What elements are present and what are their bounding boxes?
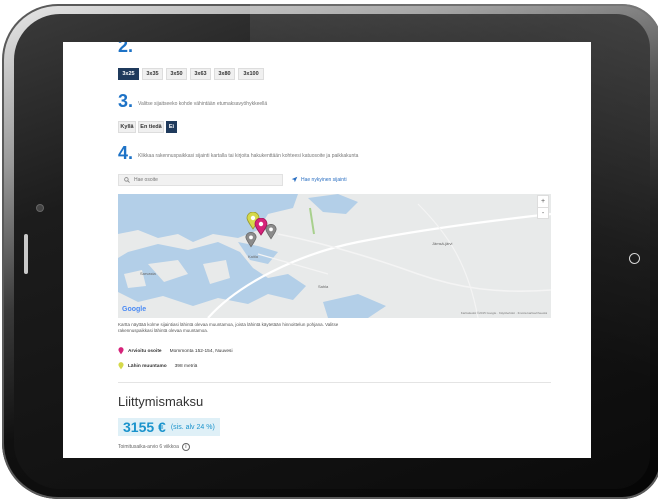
delivery-text: Toimitusaika-arvio 6 viikkoa <box>118 444 179 450</box>
locate-me-label: Hae nykyinen sijainti <box>301 176 347 183</box>
tablet-screen: 2. 3x25 3x35 3x50 3x63 3x80 3x100 3. Val… <box>63 42 591 458</box>
fuse-option-3x50[interactable]: 3x50 <box>166 68 187 80</box>
legend-address-value: Mommonta 152-154, Nuuvesi <box>169 348 233 354</box>
section-divider <box>118 382 551 383</box>
map-place-label: Sahla <box>318 284 329 289</box>
map-note: Kartta näyttää kolme sijaintiasi lähintä… <box>118 322 339 333</box>
map[interactable]: Jämsä-järvi Sarvasta Sahla Kaitla Google… <box>118 194 551 318</box>
zone-option-yes[interactable]: Kyllä <box>118 121 136 133</box>
fuse-option-3x35[interactable]: 3x35 <box>142 68 163 80</box>
locate-me-link[interactable]: Hae nykyinen sijainti <box>291 176 347 183</box>
fee-title: Liittymismaksu <box>118 394 204 409</box>
address-pin-icon <box>118 347 124 355</box>
location-arrow-icon <box>291 176 298 183</box>
legend-station-row: Lähin muuntamo 398 metriä <box>118 362 197 370</box>
station-marker-icon[interactable] <box>245 232 257 248</box>
fuse-option-3x63[interactable]: 3x63 <box>190 68 211 80</box>
address-search-box[interactable] <box>118 174 283 186</box>
zone-option-no[interactable]: Ei <box>166 121 177 133</box>
fuse-option-3x100[interactable]: 3x100 <box>238 68 264 80</box>
step-4-number: 4. <box>118 143 134 163</box>
front-camera <box>37 205 43 211</box>
address-search-input[interactable] <box>134 177 274 183</box>
map-place-label: Jämsä-järvi <box>432 241 453 246</box>
zoom-out-button[interactable]: - <box>538 207 548 219</box>
zoom-in-button[interactable]: + <box>538 196 548 207</box>
legend-address-row: Arvioitu osoite Mommonta 152-154, Nuuves… <box>118 347 233 355</box>
price-box: 3155 € (sis. alv 24 %) <box>118 418 220 436</box>
legend-station-label: Lähin muuntamo <box>128 363 167 369</box>
fuse-option-3x25[interactable]: 3x25 <box>118 68 139 80</box>
map-attribution[interactable]: Karttatiedot ©2015 Google · Käyttöehdot … <box>461 311 547 315</box>
map-place-label: Sarvasta <box>140 271 156 276</box>
vat-note: (sis. alv 24 %) <box>170 423 215 431</box>
fuse-option-3x80[interactable]: 3x80 <box>214 68 235 80</box>
map-tiles <box>118 194 551 318</box>
step-2-number: 2. <box>118 42 134 56</box>
side-button[interactable] <box>24 234 28 274</box>
step-3-number: 3. <box>118 91 134 111</box>
station-pin-icon <box>118 362 124 370</box>
price-value: 3155 € <box>123 419 166 435</box>
info-icon[interactable]: i <box>181 443 190 451</box>
legend-address-label: Arvioitu osoite <box>128 348 162 354</box>
zone-option-unknown[interactable]: En tiedä <box>138 121 164 133</box>
delivery-estimate: Toimitusaika-arvio 6 viikkoa i <box>118 443 190 451</box>
google-logo: Google <box>122 306 147 313</box>
home-button-icon[interactable] <box>629 253 640 264</box>
search-icon <box>124 177 130 183</box>
station-marker-icon[interactable] <box>265 224 277 240</box>
legend-station-value: 398 metriä <box>174 363 198 369</box>
step-4-instruction: Klikkaa rakennuspaikkasi sijainti kartal… <box>138 153 359 159</box>
step-3-instruction: Valitse sijaitseeko kohde vähintään etum… <box>138 101 268 107</box>
map-zoom-control: + - <box>537 195 549 219</box>
connection-calculator-page: 2. 3x25 3x35 3x50 3x63 3x80 3x100 3. Val… <box>63 42 591 458</box>
map-place-label: Kaitla <box>248 254 259 259</box>
